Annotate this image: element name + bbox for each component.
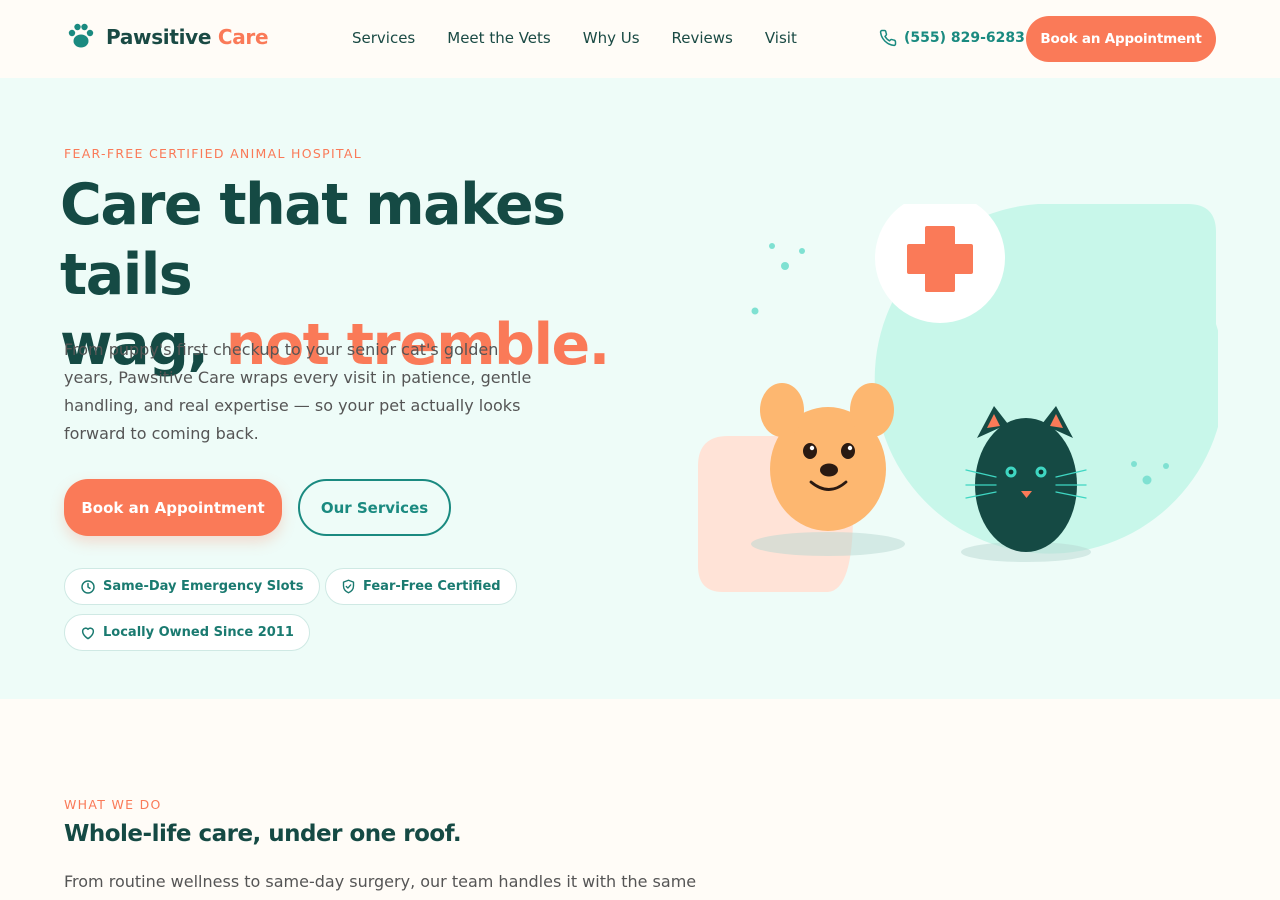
decorative-dot	[799, 248, 805, 254]
hero-section: FEAR-FREE CERTIFIED ANIMAL HOSPITAL Care…	[0, 78, 1280, 699]
hero-illustration	[698, 204, 1218, 592]
hero-title-line1: Care that makes tails	[60, 172, 566, 308]
nav-reviews[interactable]: Reviews	[672, 29, 733, 47]
decorative-dot	[1131, 461, 1137, 467]
section-description: From routine wellness to same-day surger…	[64, 872, 697, 891]
hero-eyebrow: FEAR-FREE CERTIFIED ANIMAL HOSPITAL	[64, 146, 363, 161]
clock-icon	[81, 579, 95, 594]
hero-book-appointment-button[interactable]: Book an Appointment	[64, 479, 282, 536]
heart-icon	[81, 626, 95, 639]
decorative-dot	[1163, 463, 1169, 469]
phone-number: (555) 829-6283	[904, 30, 1025, 46]
logo[interactable]: Pawsitive Care	[66, 22, 269, 52]
header-book-appointment-button[interactable]: Book an Appointment	[1026, 16, 1216, 62]
main-nav: Services Meet the Vets Why Us Reviews Vi…	[352, 29, 829, 47]
badge-locally-owned: Locally Owned Since 2011	[64, 614, 310, 651]
paw-icon	[68, 23, 94, 48]
hero-description: From puppy's first checkup to your senio…	[64, 340, 532, 443]
our-services-button[interactable]: Our Services	[298, 479, 451, 536]
decorative-dot	[1142, 475, 1152, 485]
badge-label: Fear-Free Certified	[363, 579, 501, 594]
nav-why-us[interactable]: Why Us	[583, 29, 640, 47]
decorative-dot	[751, 307, 759, 315]
section-title: Whole-life care, under one roof.	[64, 821, 462, 847]
badge-fear-free: Fear-Free Certified	[325, 568, 517, 605]
services-intro-section: WHAT WE DO Whole-life care, under one ro…	[0, 699, 1280, 900]
nav-services[interactable]: Services	[352, 29, 415, 47]
shield-check-icon	[342, 579, 355, 594]
badge-label: Locally Owned Since 2011	[103, 625, 294, 640]
site-header: Pawsitive Care Services Meet the Vets Wh…	[0, 0, 1280, 78]
nav-visit[interactable]: Visit	[765, 29, 797, 47]
badge-label: Same-Day Emergency Slots	[103, 579, 304, 594]
section-eyebrow: WHAT WE DO	[64, 797, 162, 812]
phone-link[interactable]: (555) 829-6283	[879, 29, 1025, 47]
decorative-dot	[769, 243, 775, 249]
logo-name: Pawsitive	[106, 25, 212, 49]
nav-meet-the-vets[interactable]: Meet the Vets	[447, 29, 550, 47]
phone-icon	[879, 29, 897, 47]
decorative-dot	[781, 262, 789, 270]
dog-shadow	[751, 532, 905, 556]
logo-text: Pawsitive Care	[106, 25, 269, 49]
badge-same-day-emergency: Same-Day Emergency Slots	[64, 568, 320, 605]
logo-accent: Care	[217, 25, 269, 49]
